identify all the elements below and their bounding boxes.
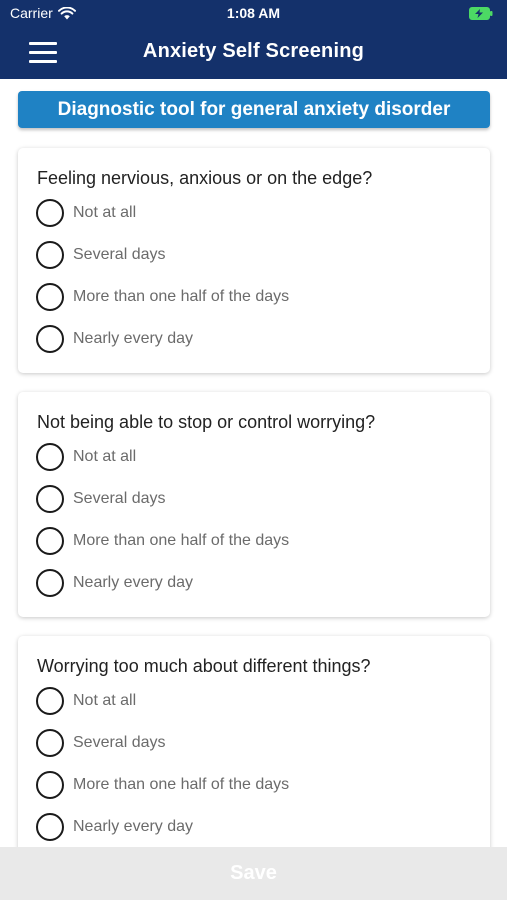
radio-button[interactable] <box>36 199 64 227</box>
answer-option[interactable]: Nearly every day <box>36 566 193 600</box>
answer-option[interactable]: Nearly every day <box>36 322 193 356</box>
option-label: Nearly every day <box>73 818 194 835</box>
answer-option[interactable]: More than one half of the days <box>36 524 289 558</box>
question-card: Not being able to stop or control worryi… <box>18 392 490 617</box>
answer-option[interactable]: Several days <box>36 482 166 516</box>
question-text: Worrying too much about different things… <box>37 656 371 676</box>
answer-option[interactable]: Not at all <box>36 440 136 474</box>
option-label: Nearly every day <box>73 330 194 347</box>
option-label: Not at all <box>73 448 137 465</box>
radio-button[interactable] <box>36 527 64 555</box>
radio-button[interactable] <box>36 283 64 311</box>
diagnostic-banner: Diagnostic tool for general anxiety diso… <box>18 91 490 128</box>
option-label: Several days <box>73 246 166 263</box>
answer-option[interactable]: Several days <box>36 726 166 760</box>
answer-option[interactable]: Several days <box>36 238 166 272</box>
radio-button[interactable] <box>36 687 64 715</box>
option-label: More than one half of the days <box>73 776 290 793</box>
status-bar: Carrier 1:08 AM <box>0 0 507 28</box>
answer-option[interactable]: More than one half of the days <box>36 768 289 802</box>
answer-option[interactable]: Nearly every day <box>36 810 193 844</box>
radio-button[interactable] <box>36 813 64 841</box>
question-text: Feeling nervious, anxious or on the edge… <box>37 168 373 188</box>
question-card: Worrying too much about different things… <box>18 636 490 861</box>
option-label: More than one half of the days <box>73 532 290 549</box>
option-label: Not at all <box>73 692 137 709</box>
nav-bar: Anxiety Self Screening <box>0 28 507 79</box>
option-label: Several days <box>73 490 166 507</box>
radio-button[interactable] <box>36 325 64 353</box>
option-label: Nearly every day <box>73 574 194 591</box>
answer-option[interactable]: Not at all <box>36 684 136 718</box>
save-button[interactable]: Save <box>0 847 507 900</box>
screen: Carrier 1:08 AM Anxiety Self Screening D… <box>0 0 507 900</box>
answer-option[interactable]: More than one half of the days <box>36 280 289 314</box>
app-header: Carrier 1:08 AM Anxiety Self Screening <box>0 0 507 79</box>
footer-bar: Save <box>0 847 507 900</box>
question-card: Feeling nervious, anxious or on the edge… <box>18 148 490 373</box>
battery-charging-icon <box>469 7 493 20</box>
radio-button[interactable] <box>36 729 64 757</box>
radio-button[interactable] <box>36 569 64 597</box>
radio-button[interactable] <box>36 241 64 269</box>
question-text: Not being able to stop or control worryi… <box>37 412 376 432</box>
radio-button[interactable] <box>36 771 64 799</box>
radio-button[interactable] <box>36 485 64 513</box>
option-label: More than one half of the days <box>73 288 290 305</box>
page-title: Anxiety Self Screening <box>142 40 365 62</box>
option-label: Not at all <box>73 204 137 221</box>
status-time: 1:08 AM <box>226 5 281 21</box>
option-label: Several days <box>73 734 166 751</box>
answer-option[interactable]: Not at all <box>36 196 136 230</box>
radio-button[interactable] <box>36 443 64 471</box>
